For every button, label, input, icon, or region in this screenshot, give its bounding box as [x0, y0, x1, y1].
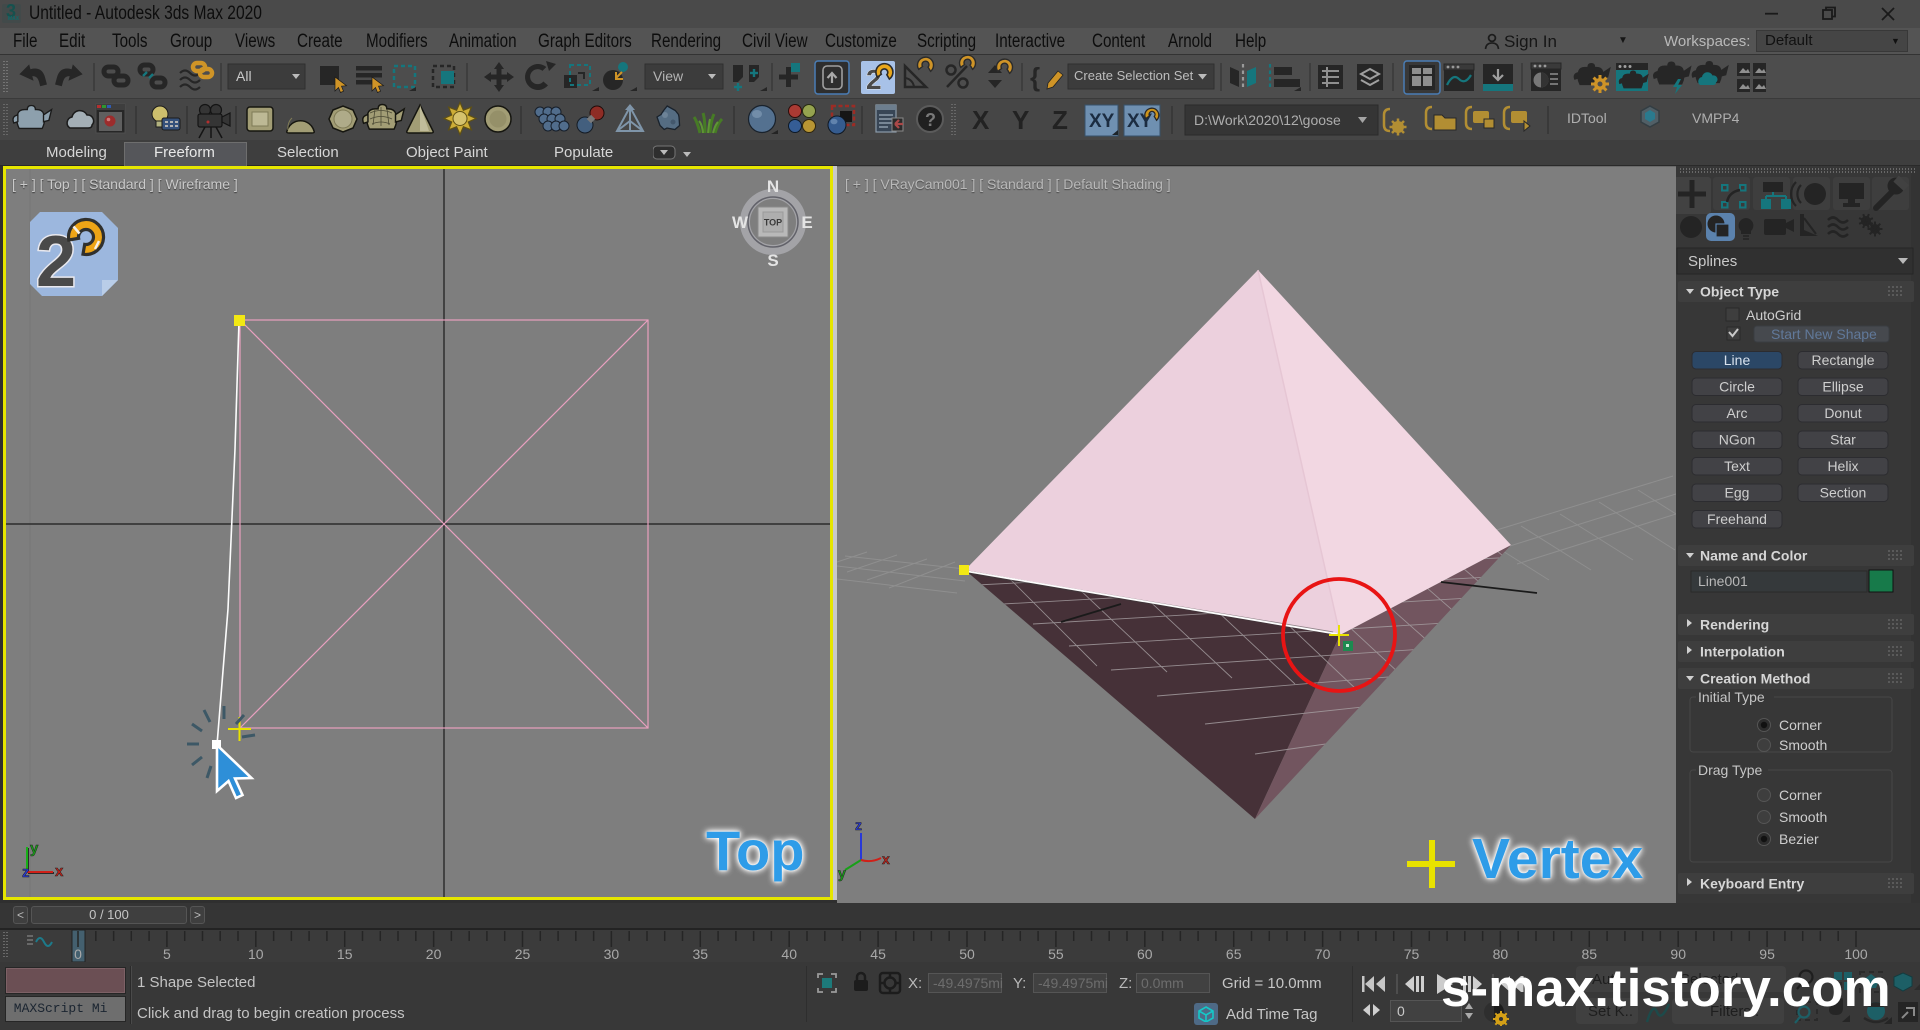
svg-text:Bezier: Bezier — [1779, 831, 1819, 847]
svg-text:D:\Work\2020\12\goose: D:\Work\2020\12\goose — [1194, 112, 1341, 128]
svg-text:60: 60 — [1137, 946, 1153, 962]
svg-text:Line001: Line001 — [1698, 573, 1748, 589]
svg-text:z: z — [22, 864, 30, 881]
svg-text:75: 75 — [1404, 946, 1420, 962]
svg-text:Create Selection Set: Create Selection Set — [1074, 68, 1194, 83]
svg-text:Ellipse: Ellipse — [1822, 379, 1863, 395]
svg-text:X: X — [972, 105, 990, 135]
svg-text:Creation Method: Creation Method — [1700, 671, 1810, 687]
svg-text:Object Type: Object Type — [1700, 284, 1779, 300]
svg-text:30: 30 — [604, 946, 620, 962]
svg-text:Smooth: Smooth — [1779, 809, 1827, 825]
svg-text:z: z — [855, 817, 862, 833]
svg-text:55: 55 — [1048, 946, 1064, 962]
svg-text:x: x — [55, 863, 64, 880]
svg-text:Corner: Corner — [1779, 717, 1822, 733]
svg-text:10: 10 — [248, 946, 264, 962]
svg-text:5: 5 — [163, 946, 171, 962]
svg-text:50: 50 — [959, 946, 975, 962]
svg-text:N: N — [767, 177, 779, 196]
svg-text:AutoGrid: AutoGrid — [1746, 307, 1801, 323]
svg-text:20: 20 — [426, 946, 442, 962]
svg-text:Interpolation: Interpolation — [1700, 644, 1785, 660]
svg-text:Section: Section — [1820, 485, 1867, 501]
svg-text:40: 40 — [781, 946, 797, 962]
svg-text:View: View — [653, 68, 684, 84]
svg-text:{: { — [1030, 62, 1040, 92]
svg-text:NGon: NGon — [1719, 432, 1756, 448]
svg-text:Egg: Egg — [1725, 485, 1750, 501]
svg-text:E: E — [801, 213, 812, 232]
svg-text:Corner: Corner — [1779, 787, 1822, 803]
svg-text:0: 0 — [74, 946, 82, 962]
svg-text:Y: Y — [1012, 105, 1029, 135]
svg-text:Smooth: Smooth — [1779, 737, 1827, 753]
svg-text:x: x — [882, 851, 890, 867]
svg-text:Keyboard Entry: Keyboard Entry — [1700, 876, 1804, 892]
svg-text:S: S — [767, 251, 778, 270]
svg-text:W: W — [732, 213, 749, 232]
svg-text:45: 45 — [870, 946, 886, 962]
svg-text:15: 15 — [337, 946, 353, 962]
svg-text:IDTool: IDTool — [1567, 110, 1607, 126]
svg-text:XY: XY — [1089, 111, 1115, 132]
svg-text:Helix: Helix — [1827, 458, 1858, 474]
svg-text:Freehand: Freehand — [1707, 511, 1767, 527]
svg-text:Arc: Arc — [1727, 405, 1748, 421]
svg-text:Donut: Donut — [1824, 405, 1861, 421]
svg-text:Start New Shape: Start New Shape — [1771, 326, 1877, 342]
svg-text:70: 70 — [1315, 946, 1331, 962]
svg-text:Splines: Splines — [1688, 253, 1737, 270]
svg-text:65: 65 — [1226, 946, 1242, 962]
svg-text:Drag Type: Drag Type — [1698, 762, 1763, 778]
svg-text:y: y — [30, 840, 39, 857]
svg-text:Star: Star — [1830, 432, 1856, 448]
svg-text:TOP: TOP — [764, 218, 782, 228]
svg-text:Rectangle: Rectangle — [1811, 352, 1874, 368]
svg-text:Line: Line — [1724, 352, 1751, 368]
svg-text:25: 25 — [515, 946, 531, 962]
svg-text:y: y — [838, 865, 846, 881]
svg-text:?: ? — [925, 110, 936, 130]
svg-text:All: All — [236, 68, 252, 84]
svg-text:Initial Type: Initial Type — [1698, 689, 1765, 705]
svg-text:Text: Text — [1724, 458, 1750, 474]
svg-text:Rendering: Rendering — [1700, 617, 1769, 633]
svg-text:Z: Z — [1052, 105, 1068, 135]
svg-text:35: 35 — [693, 946, 709, 962]
svg-text:Circle: Circle — [1719, 379, 1755, 395]
svg-text:VMPP4: VMPP4 — [1692, 110, 1740, 126]
svg-text:Name and Color: Name and Color — [1700, 548, 1808, 564]
